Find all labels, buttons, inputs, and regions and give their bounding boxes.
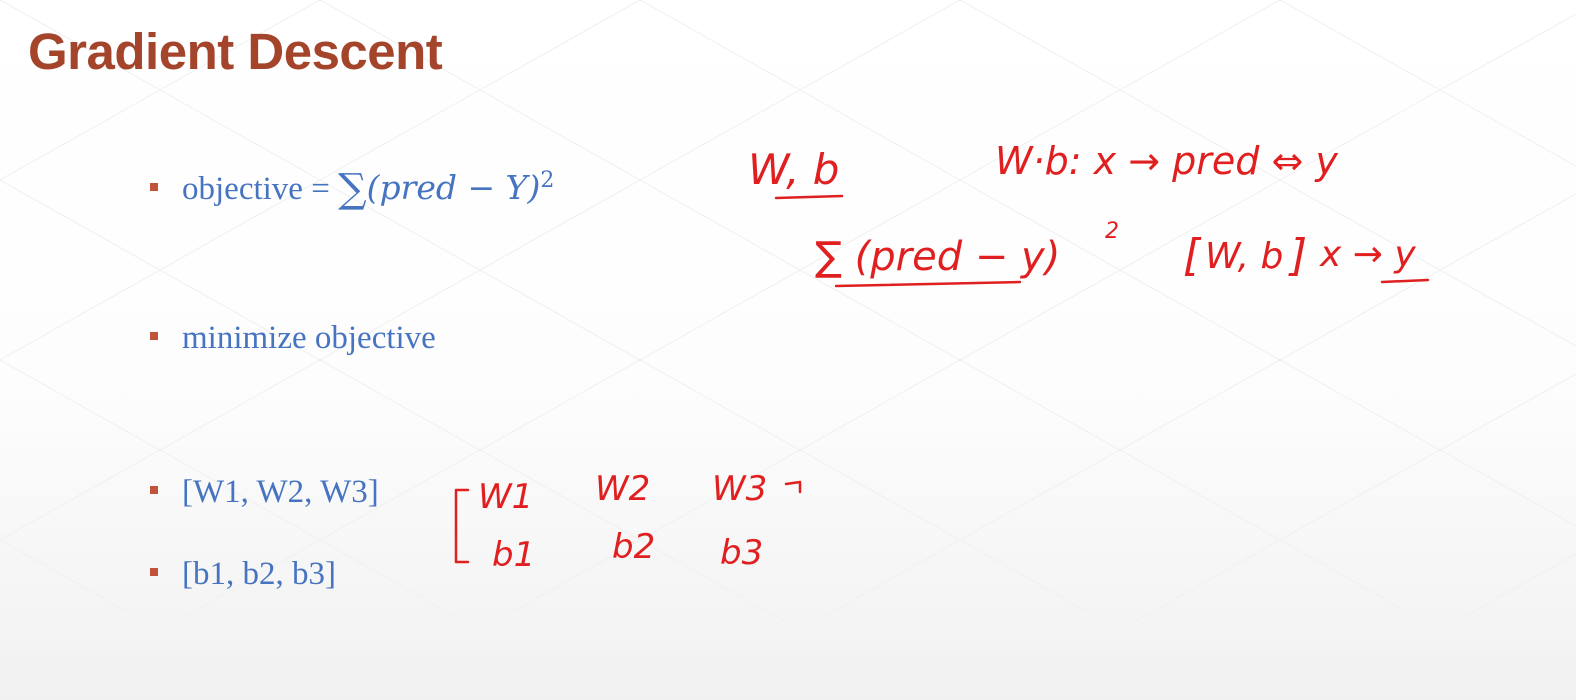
- ink-x-to-y: x → y: [1319, 234, 1416, 275]
- ink-loss-underline: [834, 280, 1022, 288]
- ink-matrix-right-bracket: [784, 480, 802, 494]
- ink-matrix-b2: b2: [612, 527, 655, 567]
- slide: Gradient Descent objective = ∑(pred − Y)…: [0, 0, 1576, 700]
- ink-bracket-inner: W, b: [1205, 236, 1283, 277]
- ink-wb-label: W, b: [748, 145, 839, 194]
- ink-bracket-close: ]: [1288, 230, 1307, 281]
- ink-matrix-w1: W1: [478, 477, 533, 517]
- ink-wb-underline: [774, 194, 844, 200]
- ink-arrow-underline: [1380, 278, 1430, 284]
- ink-mapping: W·b: x → pred ⇔ y: [995, 139, 1338, 183]
- ink-matrix-w3: W3: [712, 469, 767, 509]
- ink-bracket-open: [: [1183, 230, 1202, 281]
- ink-matrix-b1: b1: [492, 535, 535, 575]
- ink-loss: ∑ (pred − y): [815, 234, 1060, 280]
- handwritten-annotations: W, b W·b: x → pred ⇔ y ∑ (pred − y) 2 [ …: [454, 139, 1430, 575]
- ink-matrix-b3: b3: [720, 533, 763, 573]
- ink-matrix-w2: W2: [595, 469, 650, 509]
- ink-matrix-left-bracket: [454, 488, 470, 564]
- ink-loss-exponent: 2: [1105, 219, 1119, 244]
